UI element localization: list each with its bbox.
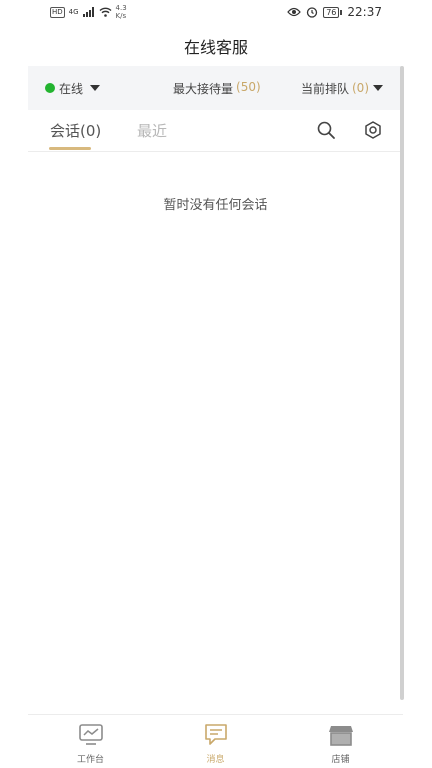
max-receive-value: (50) bbox=[236, 79, 261, 94]
max-receive-setting[interactable]: 最大接待量 (50) bbox=[173, 80, 261, 97]
empty-state-message: 暂时没有任何会话 bbox=[163, 198, 268, 213]
speed-value: 4.3 bbox=[115, 4, 127, 12]
message-icon bbox=[204, 724, 227, 745]
battery-indicator: 76 bbox=[323, 6, 343, 18]
queue-label: 当前排队 bbox=[300, 81, 349, 96]
eye-icon bbox=[287, 7, 302, 17]
service-status-bar: 在线 最大接待量 (50) 当前排队 (0) bbox=[28, 66, 403, 110]
active-tab-indicator bbox=[49, 147, 91, 150]
status-bar-right: 76 22:37 bbox=[287, 5, 382, 19]
network-speed: 4.3 K/s bbox=[116, 4, 127, 20]
net-type: 4G bbox=[68, 8, 79, 16]
scrollbar[interactable] bbox=[400, 66, 404, 700]
alarm-icon bbox=[307, 7, 318, 18]
store-icon bbox=[328, 726, 353, 746]
queue-value: (0) bbox=[352, 81, 369, 95]
settings-icon[interactable] bbox=[363, 120, 383, 140]
max-receive-label: 最大接待量 bbox=[173, 81, 234, 96]
tab-recent[interactable]: 最近 bbox=[137, 120, 167, 141]
online-status-dropdown[interactable]: 在线 bbox=[45, 80, 101, 97]
caret-down-icon bbox=[373, 85, 383, 91]
nav-item-workbench[interactable]: 工作台 bbox=[28, 715, 153, 768]
status-bar-left: HD 4G 4.3 K/s bbox=[50, 4, 127, 20]
bottom-navigation: 工作台 消息 店铺 bbox=[28, 714, 403, 768]
tab-sessions[interactable]: 会话(0) bbox=[50, 120, 101, 141]
speed-unit: K/s bbox=[115, 12, 127, 20]
session-tabs: 会话(0) 最近 bbox=[28, 110, 403, 152]
nav-item-messages[interactable]: 消息 bbox=[153, 715, 278, 768]
online-status-label: 在线 bbox=[59, 81, 84, 96]
clock: 22:37 bbox=[347, 5, 382, 19]
wifi-icon bbox=[99, 7, 112, 17]
nav-label-messages: 消息 bbox=[206, 755, 225, 765]
battery-level: 76 bbox=[323, 6, 340, 18]
page-title: 在线客服 bbox=[183, 38, 248, 57]
nav-label-store: 店铺 bbox=[331, 755, 350, 765]
hd-badge: HD bbox=[50, 6, 65, 18]
signal-icon bbox=[82, 7, 94, 17]
system-status-bar: HD 4G 4.3 K/s 76 22:37 bbox=[0, 0, 432, 26]
nav-item-store[interactable]: 店铺 bbox=[278, 715, 403, 768]
caret-down-icon bbox=[90, 85, 101, 91]
battery-tip bbox=[340, 9, 343, 15]
queue-dropdown[interactable]: 当前排队 (0) bbox=[301, 80, 383, 97]
nav-label-workbench: 工作台 bbox=[76, 755, 104, 765]
monitor-icon bbox=[78, 724, 103, 745]
search-icon[interactable] bbox=[316, 120, 336, 140]
online-status-dot bbox=[45, 83, 55, 93]
